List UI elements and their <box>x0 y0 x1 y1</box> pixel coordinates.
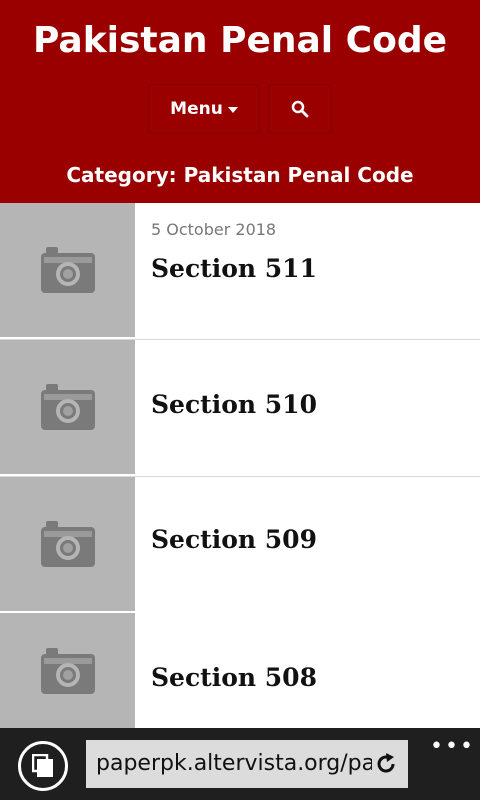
more-options-button[interactable]: ••• <box>430 734 475 759</box>
search-button[interactable] <box>268 84 332 134</box>
browser-address-bar: paperpk.altervista.org/pa ••• <box>0 728 480 800</box>
url-field[interactable]: paperpk.altervista.org/pa <box>86 740 408 788</box>
post-thumbnail[interactable] <box>0 340 135 474</box>
search-icon <box>291 100 309 118</box>
post-thumbnail[interactable] <box>0 477 135 611</box>
camera-icon <box>40 647 95 694</box>
post-item[interactable]: 5 October 2018 Section 511 <box>0 203 480 340</box>
site-title[interactable]: Pakistan Penal Code <box>0 20 480 61</box>
menu-button[interactable]: Menu <box>148 84 260 134</box>
caret-down-icon <box>227 107 238 113</box>
post-item[interactable]: Section 509 <box>0 477 480 614</box>
post-title[interactable]: Section 510 <box>151 390 317 419</box>
post-item[interactable]: Section 510 <box>0 340 480 477</box>
post-title[interactable]: Section 511 <box>151 254 317 283</box>
post-title[interactable]: Section 509 <box>151 525 317 554</box>
post-date: 5 October 2018 <box>151 220 277 239</box>
refresh-icon <box>377 753 395 773</box>
menu-button-label: Menu <box>170 99 223 119</box>
post-title[interactable]: Section 508 <box>151 663 317 692</box>
refresh-button[interactable] <box>372 749 400 779</box>
camera-icon <box>40 247 95 293</box>
tabs-icon <box>32 754 53 777</box>
category-title: Category: Pakistan Penal Code <box>66 163 414 187</box>
post-thumbnail[interactable] <box>0 203 135 337</box>
site-header: Pakistan Penal Code Menu Category: Pakis… <box>0 0 480 203</box>
camera-icon <box>40 384 95 430</box>
camera-icon <box>40 521 95 567</box>
post-thumbnail[interactable] <box>0 613 135 728</box>
tabs-button[interactable] <box>18 741 68 791</box>
url-text[interactable]: paperpk.altervista.org/pa <box>96 751 375 776</box>
